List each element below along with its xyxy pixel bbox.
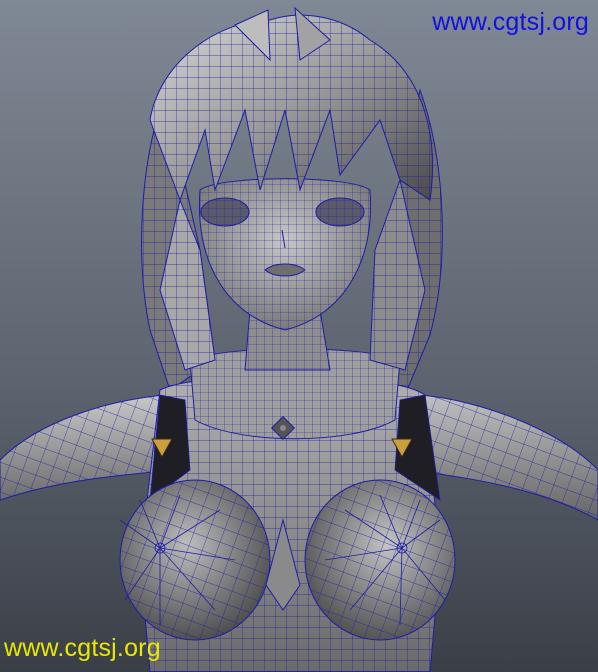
watermark-bottom-left: www.cgtsj.org — [4, 634, 161, 662]
3d-viewport[interactable]: www.cgtsj.org www.cgtsj.org — [0, 0, 598, 672]
right-eye — [315, 197, 365, 227]
model-render — [0, 0, 598, 672]
left-eye — [200, 197, 250, 227]
watermark-top-right: www.cgtsj.org — [432, 8, 589, 36]
